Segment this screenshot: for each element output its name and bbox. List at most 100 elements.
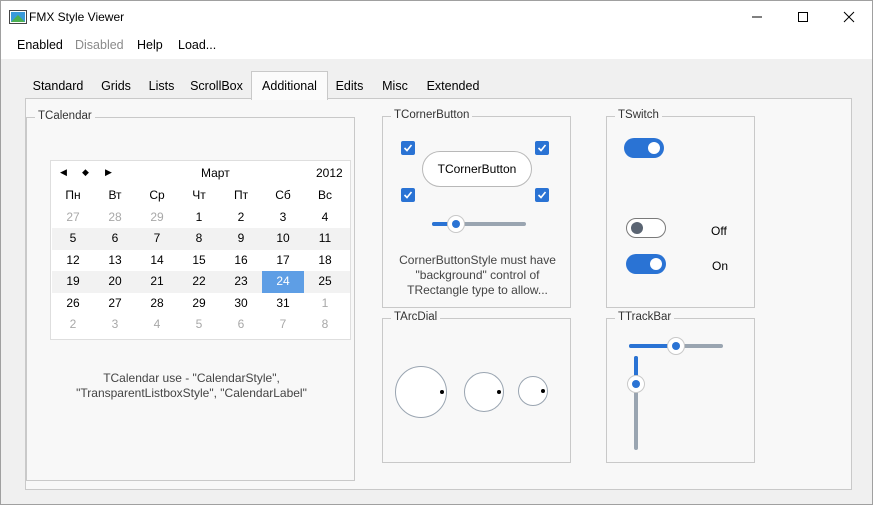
calendar-day[interactable]: 6 — [220, 314, 262, 336]
calendar-day[interactable]: 12 — [52, 250, 94, 272]
calendar-day[interactable]: 8 — [178, 228, 220, 250]
calendar-day[interactable]: 10 — [262, 228, 304, 250]
calendar-day[interactable]: 15 — [178, 250, 220, 272]
calendar-day[interactable]: 7 — [136, 228, 178, 250]
calendar-day[interactable]: 27 — [94, 293, 136, 315]
calendar-day[interactable]: 5 — [178, 314, 220, 336]
arc-dial-small[interactable] — [518, 376, 548, 406]
menu-disabled[interactable]: Disabled — [75, 38, 124, 52]
calendar-group-title: TCalendar — [35, 110, 95, 122]
calendar-weekday: Ср — [149, 188, 165, 202]
tab-standard[interactable]: Standard — [25, 73, 91, 99]
calendar-day[interactable]: 28 — [94, 207, 136, 229]
calendar-day[interactable]: 1 — [178, 207, 220, 229]
corner-button[interactable]: TCornerButton — [422, 151, 532, 187]
calendar-day[interactable]: 19 — [52, 271, 94, 293]
tab-additional[interactable]: Additional — [251, 71, 328, 100]
calendar-weekday: Чт — [192, 188, 206, 202]
calendar-caption-line2: "TransparentListboxStyle", "CalendarLabe… — [76, 386, 307, 400]
calendar-day[interactable]: 13 — [94, 250, 136, 272]
calendar-year: 2012 — [316, 166, 343, 180]
menu-enabled[interactable]: Enabled — [17, 38, 63, 52]
calendar-day[interactable]: 2 — [220, 207, 262, 229]
calendar-weekday: Пт — [233, 188, 249, 202]
checkbox-bottom-left[interactable] — [401, 188, 415, 202]
calendar-day[interactable]: 29 — [136, 207, 178, 229]
tab-misc[interactable]: Misc — [371, 73, 419, 99]
calendar-day[interactable]: 8 — [304, 314, 346, 336]
horizontal-trackbar-thumb[interactable] — [667, 337, 685, 355]
calendar-header: ◀ ◆ ▶ Март 2012 — [51, 161, 350, 185]
switch-knob — [631, 222, 643, 234]
calendar-day[interactable]: 20 — [94, 271, 136, 293]
calendar-day[interactable]: 18 — [304, 250, 346, 272]
tab-scrollbox[interactable]: ScrollBox — [182, 73, 251, 99]
tab-page-additional: TCalendar ◀ ◆ ▶ Март 2012 Пн Вт Ср Чт Пт Сб Вс… — [25, 98, 852, 490]
switch-3[interactable] — [626, 254, 666, 274]
next-month-icon[interactable]: ▶ — [105, 167, 112, 178]
calendar-day[interactable]: 4 — [136, 314, 178, 336]
calendar-day[interactable]: 6 — [94, 228, 136, 250]
calendar-day[interactable]: 27 — [52, 207, 94, 229]
minimize-button[interactable] — [734, 1, 780, 33]
calendar-day[interactable]: 24 — [262, 271, 304, 293]
trackbar-group: TTrackBar — [606, 311, 755, 463]
vertical-trackbar-thumb[interactable] — [627, 375, 645, 394]
prev-month-icon[interactable]: ◀ — [60, 167, 67, 178]
calendar-day[interactable]: 1 — [304, 293, 346, 315]
checkbox-top-right[interactable] — [535, 141, 549, 155]
calendar-day[interactable]: 3 — [94, 314, 136, 336]
today-icon[interactable]: ◆ — [82, 167, 89, 178]
calendar-day[interactable]: 25 — [304, 271, 346, 293]
calendar-day[interactable]: 11 — [304, 228, 346, 250]
arc-dial-indicator — [440, 390, 444, 394]
arc-dial-large[interactable] — [395, 366, 447, 418]
title-bar: FMX Style Viewer — [1, 1, 872, 33]
switch-2[interactable] — [626, 218, 666, 238]
tab-grids[interactable]: Grids — [91, 73, 141, 99]
calendar-day[interactable]: 21 — [136, 271, 178, 293]
calendar-month: Март — [201, 166, 230, 180]
calendar-day[interactable]: 28 — [136, 293, 178, 315]
maximize-button[interactable] — [780, 1, 826, 33]
calendar-day[interactable]: 26 — [52, 293, 94, 315]
arcdial-group-title: TArcDial — [391, 311, 441, 323]
trackbar-group-title: TTrackBar — [615, 311, 675, 323]
calendar[interactable]: ◀ ◆ ▶ Март 2012 Пн Вт Ср Чт Пт Сб Вс 27 28 29 1 2 3 4… — [50, 160, 351, 340]
calendar-group: TCalendar ◀ ◆ ▶ Март 2012 Пн Вт Ср Чт Пт Сб Вс… — [26, 110, 355, 481]
arc-dial-indicator — [497, 390, 501, 394]
calendar-day[interactable]: 2 — [52, 314, 94, 336]
tab-edits[interactable]: Edits — [328, 73, 371, 99]
switch-on-label: On — [712, 259, 729, 273]
calendar-day[interactable]: 7 — [262, 314, 304, 336]
check-icon — [537, 144, 547, 152]
menu-help[interactable]: Help — [137, 38, 163, 52]
calendar-weekday: Вт — [108, 188, 122, 202]
switch-1[interactable] — [624, 138, 664, 158]
calendar-day[interactable]: 5 — [52, 228, 94, 250]
tab-extended[interactable]: Extended — [419, 73, 487, 99]
checkbox-bottom-right[interactable] — [535, 188, 549, 202]
corner-slider-thumb[interactable] — [446, 215, 465, 233]
calendar-day[interactable]: 31 — [262, 293, 304, 315]
calendar-day[interactable]: 29 — [178, 293, 220, 315]
calendar-day[interactable]: 16 — [220, 250, 262, 272]
menu-load[interactable]: Load... — [178, 38, 216, 52]
arcdial-group: TArcDial — [382, 311, 571, 463]
calendar-day[interactable]: 17 — [262, 250, 304, 272]
calendar-day[interactable]: 3 — [262, 207, 304, 229]
checkbox-top-left[interactable] — [401, 141, 415, 155]
close-button[interactable] — [826, 1, 872, 33]
arc-dial-indicator — [541, 389, 545, 393]
calendar-day[interactable]: 22 — [178, 271, 220, 293]
calendar-day[interactable]: 9 — [220, 228, 262, 250]
calendar-day[interactable]: 30 — [220, 293, 262, 315]
switch-off-label: Off — [711, 224, 727, 238]
tab-lists[interactable]: Lists — [141, 73, 182, 99]
calendar-day[interactable]: 14 — [136, 250, 178, 272]
arc-dial-medium[interactable] — [464, 372, 504, 412]
corner-caption-line2: "background" control of — [415, 268, 540, 282]
calendar-day[interactable]: 4 — [304, 207, 346, 229]
maximize-icon — [798, 12, 808, 22]
calendar-day[interactable]: 23 — [220, 271, 262, 293]
